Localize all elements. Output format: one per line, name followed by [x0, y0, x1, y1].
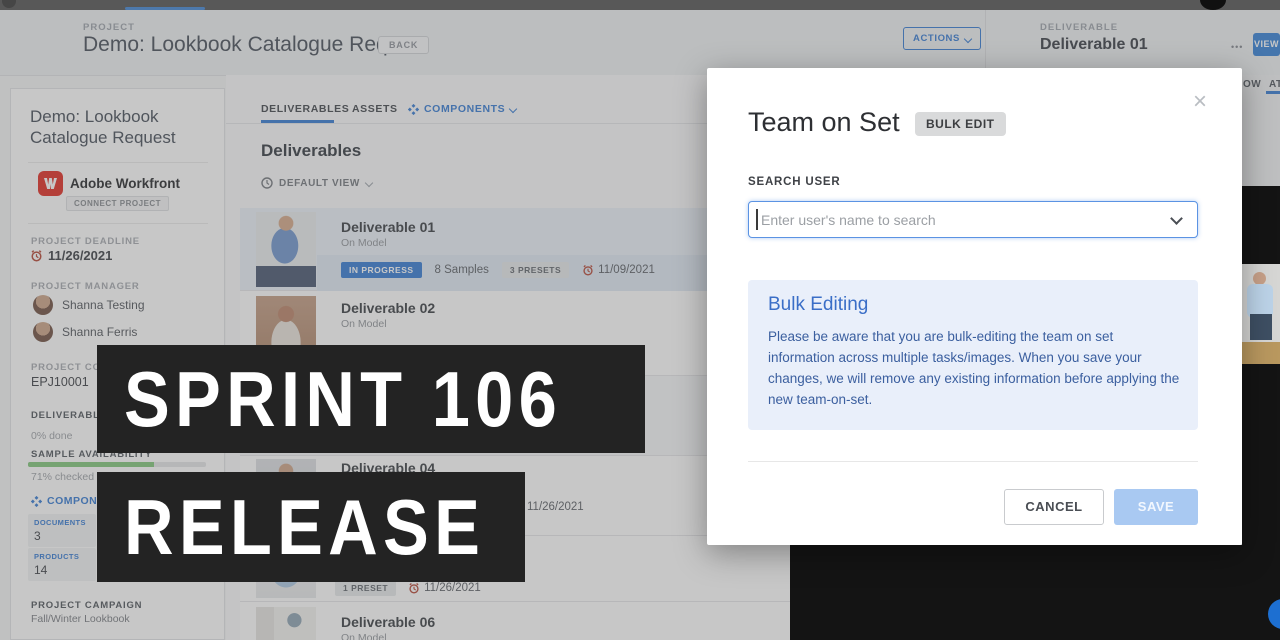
chevron-down-icon[interactable] [1170, 212, 1183, 225]
search-user-combobox[interactable] [748, 201, 1198, 238]
close-icon[interactable]: × [1193, 90, 1207, 114]
screen: PROJECT Demo: Lookbook Catalogue Request… [0, 0, 1280, 640]
modal-divider [748, 461, 1198, 462]
search-user-input[interactable] [759, 211, 1172, 229]
modal-title: Team on Set [748, 107, 900, 138]
sprint-banner-line2: RELEASE [97, 472, 525, 582]
photo-person-legs [1250, 314, 1272, 340]
photo-person-body [1247, 284, 1273, 318]
sprint-banner-line1: SPRINT 106 [97, 345, 645, 453]
info-box-title: Bulk Editing [768, 294, 868, 316]
video-letterbox-bottom [790, 545, 1280, 640]
bulk-edit-badge: BULK EDIT [915, 112, 1006, 136]
info-box-body: Please be aware that you are bulk-editin… [768, 326, 1182, 410]
save-button[interactable]: SAVE [1114, 489, 1198, 525]
text-caret [756, 209, 758, 230]
photo-floor [1242, 342, 1280, 364]
asset-preview-photo [1242, 264, 1280, 364]
search-user-label: SEARCH USER [748, 176, 841, 188]
cancel-button[interactable]: CANCEL [1004, 489, 1104, 525]
